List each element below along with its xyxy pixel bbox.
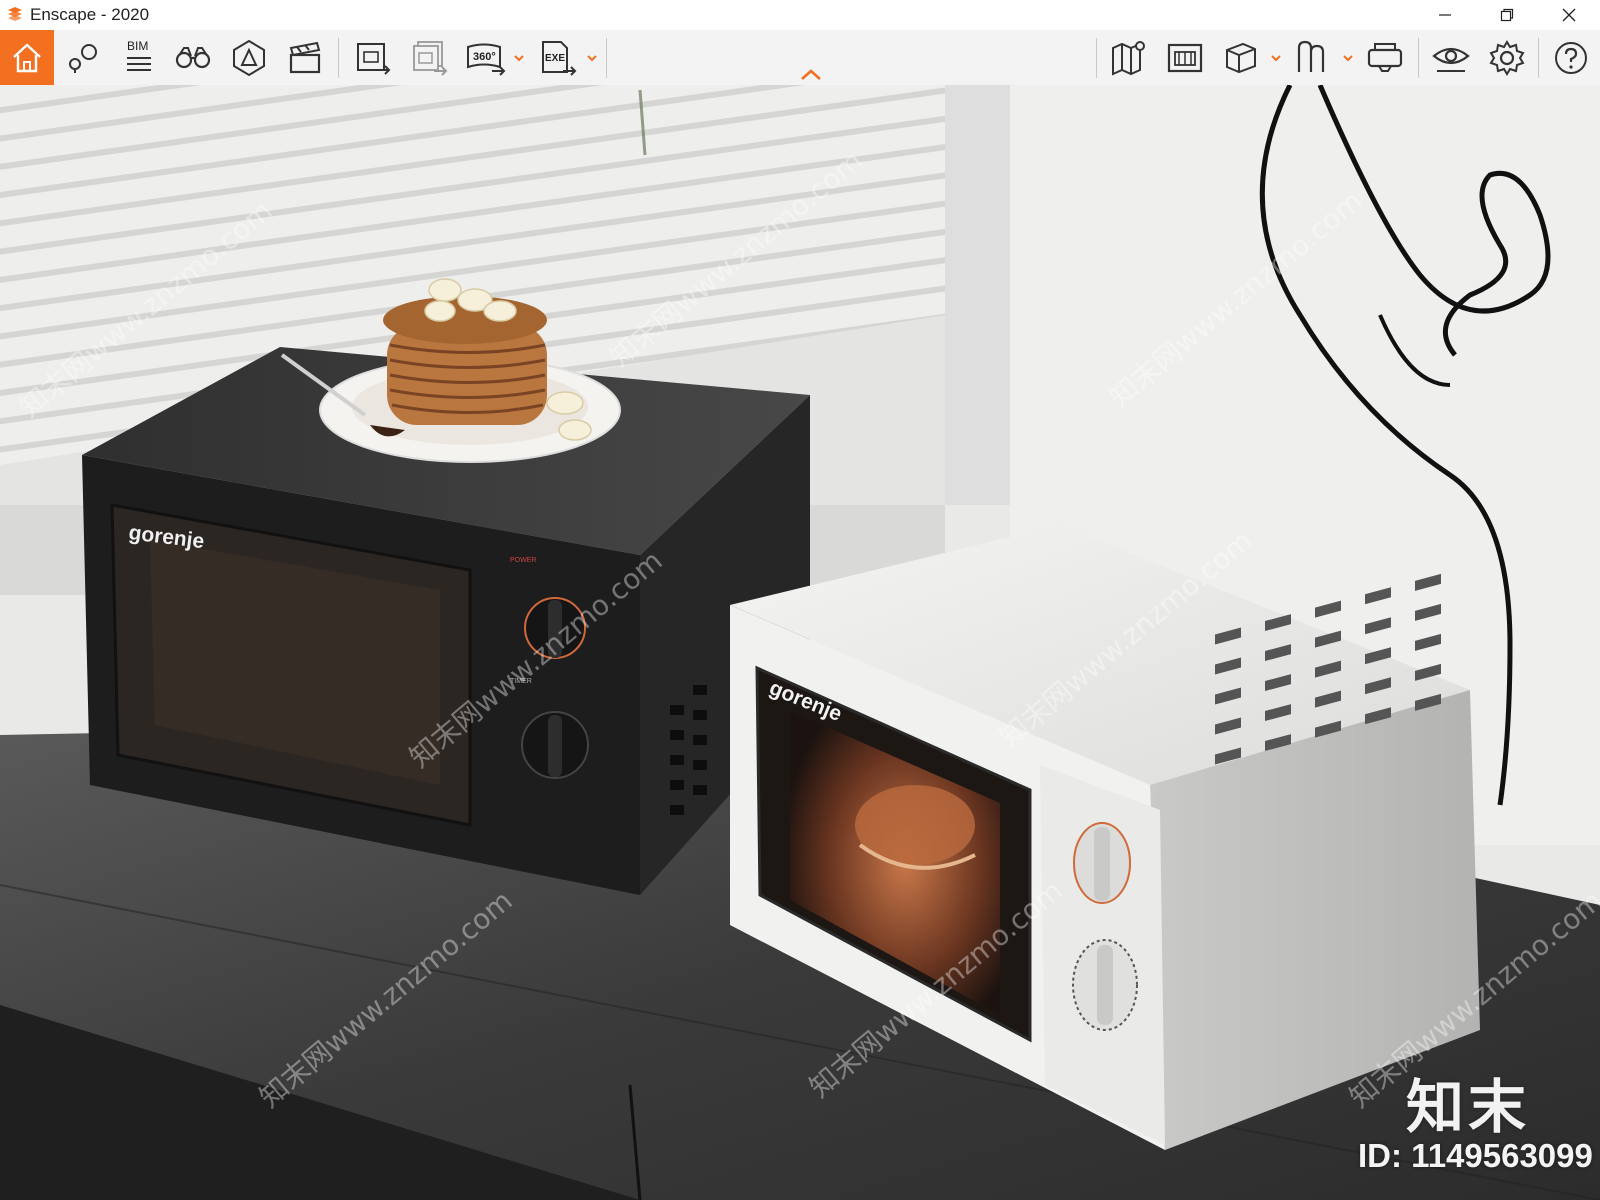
watermark-id: ID: 1149563099 [1358,1137,1593,1174]
atmosphere-button[interactable] [222,30,276,85]
eye-icon [1432,47,1470,72]
panorama-button[interactable]: 360° [458,30,512,85]
collapse-toolbar-chevron-up-icon[interactable] [799,68,823,82]
map-icon [1112,40,1145,76]
minimize-icon [1439,14,1451,16]
asset-library-icon [1167,43,1203,72]
restore-button[interactable] [1476,0,1538,30]
close-icon [1562,8,1576,22]
minimize-button[interactable] [1414,0,1476,30]
walk-mode-button[interactable] [166,30,220,85]
asset-library-button[interactable] [1158,30,1212,85]
panorama-label: 360° [473,51,496,63]
material-button[interactable] [1286,30,1340,85]
map-button[interactable] [1102,30,1156,85]
home-icon [13,43,41,72]
material-icon [1297,40,1325,72]
enscape-logo-icon [4,4,26,26]
batch-export-button[interactable] [402,30,456,85]
home-button[interactable] [0,30,54,85]
vr-headset-icon [1367,42,1403,72]
power-dial-label: POWER [510,557,536,564]
atmosphere-icon [233,39,265,76]
exe-label: EXE [545,53,565,64]
visual-settings-button[interactable] [1424,30,1478,85]
video-editor-icon [289,41,321,73]
title-bar: Enscape - 2020 [0,0,1600,30]
panorama-dropdown-caret-icon[interactable] [513,52,525,64]
close-button[interactable] [1538,0,1600,30]
help-icon [1555,41,1587,74]
settings-button[interactable] [1480,30,1534,85]
video-editor-button[interactable] [278,30,332,85]
gear-icon [1489,39,1525,76]
binoculars-icon [175,46,211,68]
object-button[interactable] [1214,30,1268,85]
screenshot-export-icon [357,42,391,75]
exe-dropdown-caret-icon[interactable] [586,52,598,64]
enscape-toolbar: BIM 360° EXE [0,30,1600,86]
views-icon [69,43,97,73]
bim-info-button[interactable]: BIM [110,30,164,85]
panorama-icon: 360° [467,43,506,76]
vr-headset-button[interactable] [1358,30,1412,85]
batch-export-icon [413,40,448,76]
object-icon [1226,42,1256,73]
exe-export-button[interactable]: EXE [530,30,584,85]
bim-label: BIM [127,39,148,53]
render-viewport[interactable]: gorenje POWER TIMER gorenje 知末网www.znzmo… [0,85,1600,1200]
help-button[interactable] [1544,30,1598,85]
watermark-brand-logo: 知末 [1406,1073,1531,1141]
views-button[interactable] [56,30,110,85]
material-dropdown-caret-icon[interactable] [1342,52,1354,64]
exe-export-icon: EXE [542,40,577,76]
object-dropdown-caret-icon[interactable] [1270,52,1282,64]
window-title: Enscape - 2020 [30,5,150,24]
bim-info-icon: BIM [127,39,151,71]
restore-icon [1500,8,1514,22]
screenshot-export-button[interactable] [346,30,400,85]
